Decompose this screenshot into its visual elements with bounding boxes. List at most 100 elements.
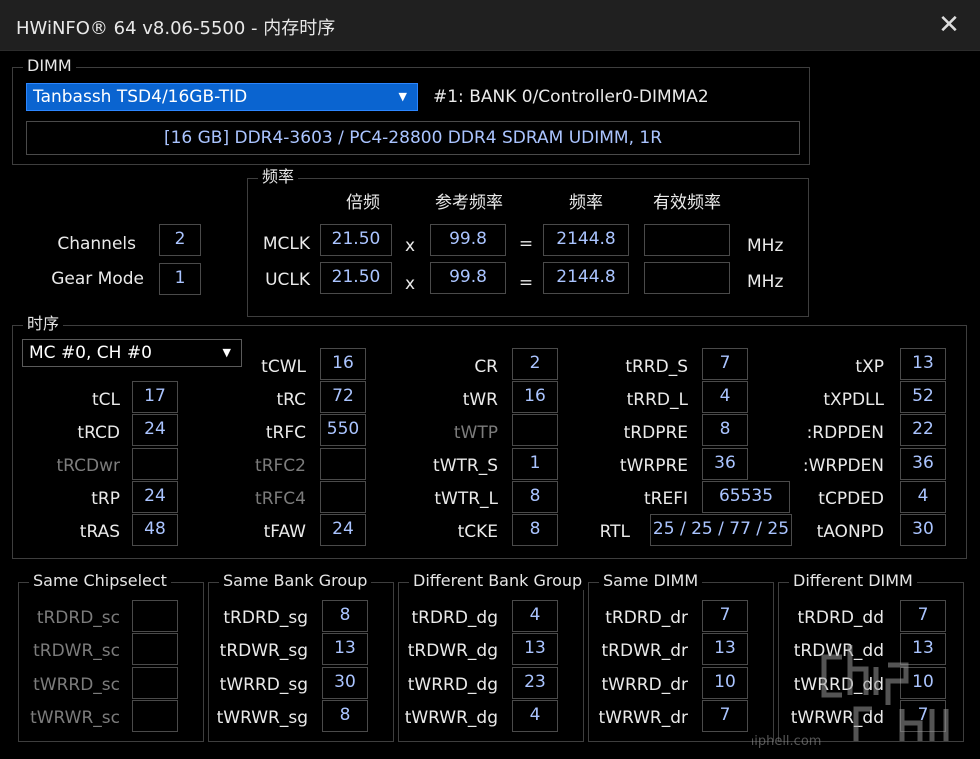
trdrd-sg-label: tRDRD_sg	[223, 608, 308, 628]
mclk-equals: =	[518, 234, 534, 254]
dimm-select-value: Tanbassh TSD4/16GB-TID	[33, 87, 248, 107]
trdrd-dd-value: 7	[900, 600, 946, 632]
twrrd-sc-label: tWRRD_sc	[33, 675, 120, 695]
trfc2-label: tRFC2	[255, 456, 306, 476]
twrrd-sg-value: 30	[322, 667, 368, 699]
uclk-unit: MHz	[747, 272, 784, 292]
tcke-label: tCKE	[457, 522, 498, 542]
twr-label: tWR	[462, 390, 498, 410]
uclk-effective	[644, 262, 730, 294]
twrwr-sg-value: 8	[322, 700, 368, 732]
twrwr-dg-label: tWRWR_dg	[404, 708, 498, 728]
twtr-s-value: 1	[512, 448, 558, 480]
txpdll-value: 52	[900, 381, 946, 413]
col-freq: 频率	[569, 193, 603, 213]
rtl-label: RTL	[599, 522, 630, 542]
twrrd-dr-value: 10	[702, 667, 748, 699]
trc-label: tRC	[276, 390, 306, 410]
uclk-times: x	[404, 274, 416, 294]
window-title: HWiNFO® 64 v8.06-5500 - 内存时序	[16, 18, 336, 39]
close-icon[interactable]: ✕	[934, 8, 964, 42]
txp-label: tXP	[855, 357, 884, 377]
trfc4-label: tRFC4	[255, 489, 306, 509]
trdpre-value: 8	[702, 414, 748, 446]
different-dimm-legend: Different DIMM	[789, 572, 917, 590]
trdpden-label: :RDPDEN	[806, 423, 884, 443]
trdwr-sg-label: tRDWR_sg	[219, 641, 308, 661]
chiphell-watermark: www.chiphell.com	[704, 639, 972, 753]
trcd-value: 24	[132, 414, 178, 446]
twtr-s-label: tWTR_S	[433, 456, 498, 476]
trfc-value: 550	[320, 414, 366, 446]
trcd-label: tRCD	[77, 423, 120, 443]
rtl-value: 25 / 25 / 77 / 25	[650, 514, 792, 546]
trp-label: tRP	[91, 489, 120, 509]
tfaw-value: 24	[320, 514, 366, 546]
twrrd-dg-label: tWRRD_dg	[407, 675, 498, 695]
same-bank-group-legend: Same Bank Group	[219, 572, 372, 590]
twrpden-label: :WRPDEN	[802, 456, 884, 476]
channels-value: 2	[159, 224, 201, 256]
trfc-label: tRFC	[265, 423, 306, 443]
trrd-l-value: 4	[702, 381, 748, 413]
trdwr-dg-label: tRDWR_dg	[407, 641, 498, 661]
txp-value: 13	[900, 348, 946, 380]
twrwr-sg-label: tWRWR_sg	[216, 708, 308, 728]
tras-value: 48	[132, 514, 178, 546]
channel-select[interactable]: MC #0, CH #0 ▼	[22, 339, 242, 367]
trdwr-sg-value: 13	[322, 633, 368, 665]
mclk-effective	[644, 224, 730, 256]
tcpded-value: 4	[900, 481, 946, 513]
col-multiplier: 倍频	[346, 193, 380, 213]
same-dimm-legend: Same DIMM	[599, 572, 703, 590]
trefi-value: 65535	[702, 481, 790, 513]
taonpd-value: 30	[900, 514, 946, 546]
trcdwr-label: tRCDwr	[56, 456, 120, 476]
tcwl-value: 16	[320, 348, 366, 380]
trfc4-value	[320, 481, 366, 513]
gear-mode-value: 1	[159, 263, 201, 295]
uclk-multiplier: 21.50	[320, 262, 392, 294]
tcl-label: tCL	[91, 390, 120, 410]
mclk-freq: 2144.8	[543, 224, 629, 256]
trrd-s-value: 7	[702, 348, 748, 380]
tras-label: tRAS	[79, 522, 120, 542]
twrwr-sc-label: tWRWR_sc	[30, 708, 120, 728]
chevron-down-icon: ▼	[398, 90, 407, 103]
trdrd-dd-label: tRDRD_dd	[797, 608, 884, 628]
dimm-location: #1: BANK 0/Controller0-DIMMA2	[433, 87, 709, 107]
tfaw-label: tFAW	[263, 522, 306, 542]
dimm-select[interactable]: Tanbassh TSD4/16GB-TID ▼	[26, 83, 418, 111]
chiphell-logo-icon: www.chiphell.com	[704, 645, 949, 749]
twr-value: 16	[512, 381, 558, 413]
twtr-l-value: 8	[512, 481, 558, 513]
trdrd-sc-label: tRDRD_sc	[36, 608, 120, 628]
trcdwr-value	[132, 448, 178, 480]
twrrd-sg-label: tWRRD_sg	[219, 675, 308, 695]
uclk-label: UCLK	[265, 270, 310, 290]
uclk-ref: 99.8	[430, 262, 506, 294]
twrpden-value: 36	[900, 448, 946, 480]
trdwr-dr-label: tRDWR_dr	[601, 641, 688, 661]
timings-legend: 时序	[23, 315, 64, 333]
cr-label: CR	[474, 357, 498, 377]
cr-value: 2	[512, 348, 558, 380]
trdwr-dg-value: 13	[512, 633, 558, 665]
gear-mode-label: Gear Mode	[51, 269, 144, 289]
twrwr-sc-value	[132, 700, 178, 732]
trfc2-value	[320, 448, 366, 480]
trrd-l-label: tRRD_L	[626, 390, 688, 410]
mclk-times: x	[404, 236, 416, 256]
tcl-value: 17	[132, 381, 178, 413]
trdrd-sg-value: 8	[322, 600, 368, 632]
trdpden-value: 22	[900, 414, 946, 446]
dimm-description: [16 GB] DDR4-3603 / PC4-28800 DDR4 SDRAM…	[26, 121, 800, 155]
twrpre-label: tWRPRE	[619, 456, 688, 476]
uclk-equals: =	[518, 273, 534, 293]
uclk-freq: 2144.8	[543, 262, 629, 294]
twtr-l-label: tWTR_L	[434, 489, 498, 509]
taonpd-label: tAONPD	[816, 522, 884, 542]
trdrd-dg-value: 4	[512, 600, 558, 632]
watermark-text: www.chiphell.com	[752, 734, 821, 749]
trdwr-dr-value: 13	[702, 633, 748, 665]
